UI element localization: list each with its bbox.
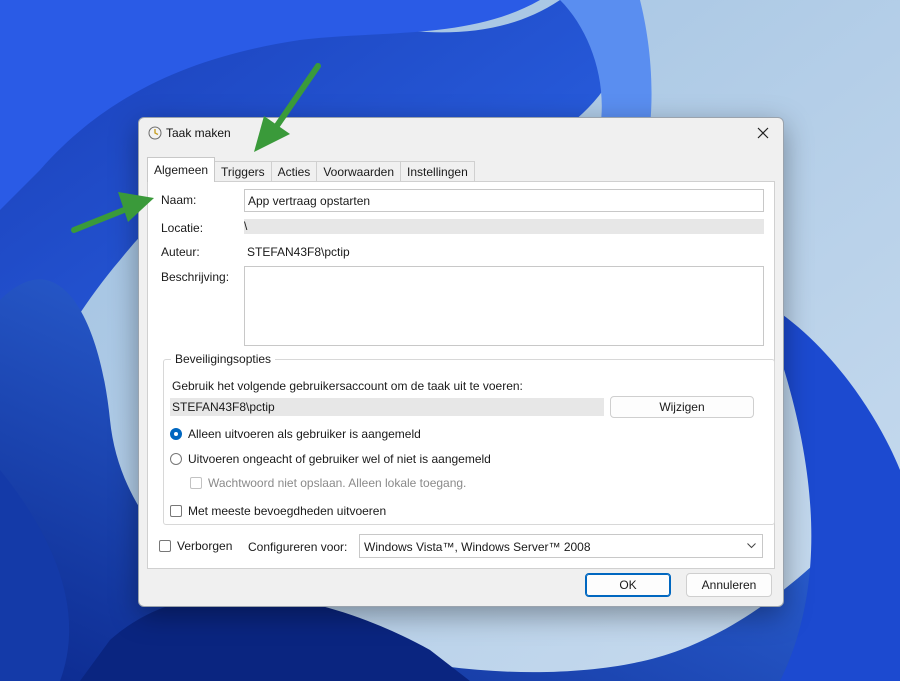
annotation-arrow-name (71, 192, 154, 233)
annotation-arrow-triggers (254, 63, 321, 152)
author-label: Auteur: (161, 245, 200, 259)
chevron-down-icon (747, 543, 756, 549)
account-prompt: Gebruik het volgende gebruikersaccount o… (172, 379, 523, 393)
dialog-title: Taak maken (166, 126, 231, 140)
tab-acties[interactable]: Acties (270, 161, 318, 182)
tab-algemeen[interactable]: Algemeen (147, 157, 216, 182)
description-textarea[interactable] (244, 266, 764, 346)
no-store-password-checkbox[interactable] (190, 477, 202, 489)
configure-selected-value: Windows Vista™, Windows Server™ 2008 (364, 540, 591, 554)
radio-run-always[interactable] (170, 453, 182, 465)
ok-button[interactable]: OK (585, 573, 671, 597)
location-value: \ (244, 219, 248, 233)
security-group-title: Beveiligingsopties (171, 352, 276, 366)
change-user-button[interactable]: Wijzigen (610, 396, 754, 418)
close-icon (757, 127, 769, 139)
tab-triggers[interactable]: Triggers (214, 161, 272, 182)
cancel-button[interactable]: Annuleren (686, 573, 772, 597)
radio-run-always-label: Uitvoeren ongeacht of gebruiker wel of n… (188, 452, 491, 466)
radio-run-logged-on[interactable] (170, 428, 182, 440)
account-field: STEFAN43F8\pctip (170, 398, 604, 416)
configure-label: Configureren voor: (248, 540, 348, 554)
hidden-checkbox[interactable] (159, 540, 171, 552)
title-bar: Taak maken (139, 118, 783, 148)
name-value: App vertraag opstarten (248, 194, 371, 208)
configure-for-select[interactable]: Windows Vista™, Windows Server™ 2008 (359, 534, 763, 558)
highest-privileges-label: Met meeste bevoegdheden uitvoeren (188, 504, 387, 518)
location-field: \ (244, 219, 764, 234)
no-store-password-label: Wachtwoord niet opslaan. Alleen lokale t… (208, 476, 467, 490)
hidden-label: Verborgen (177, 539, 233, 553)
clock-icon (148, 126, 162, 140)
account-value: STEFAN43F8\pctip (172, 400, 275, 414)
general-tab-panel: Naam: App vertraag opstarten Locatie: \ … (147, 181, 775, 569)
author-value: STEFAN43F8\pctip (247, 245, 350, 259)
location-label: Locatie: (161, 221, 204, 235)
tab-voorwaarden[interactable]: Voorwaarden (316, 161, 402, 182)
tab-strip: Algemeen Triggers Acties Voorwaarden Ins… (147, 157, 475, 182)
tab-instellingen[interactable]: Instellingen (400, 161, 475, 182)
name-label: Naam: (161, 193, 197, 207)
description-label: Beschrijving: (161, 270, 230, 284)
radio-run-logged-on-label: Alleen uitvoeren als gebruiker is aangem… (188, 427, 421, 441)
name-input[interactable]: App vertraag opstarten (244, 189, 764, 212)
highest-privileges-checkbox[interactable] (170, 505, 182, 517)
close-button[interactable] (751, 122, 775, 144)
